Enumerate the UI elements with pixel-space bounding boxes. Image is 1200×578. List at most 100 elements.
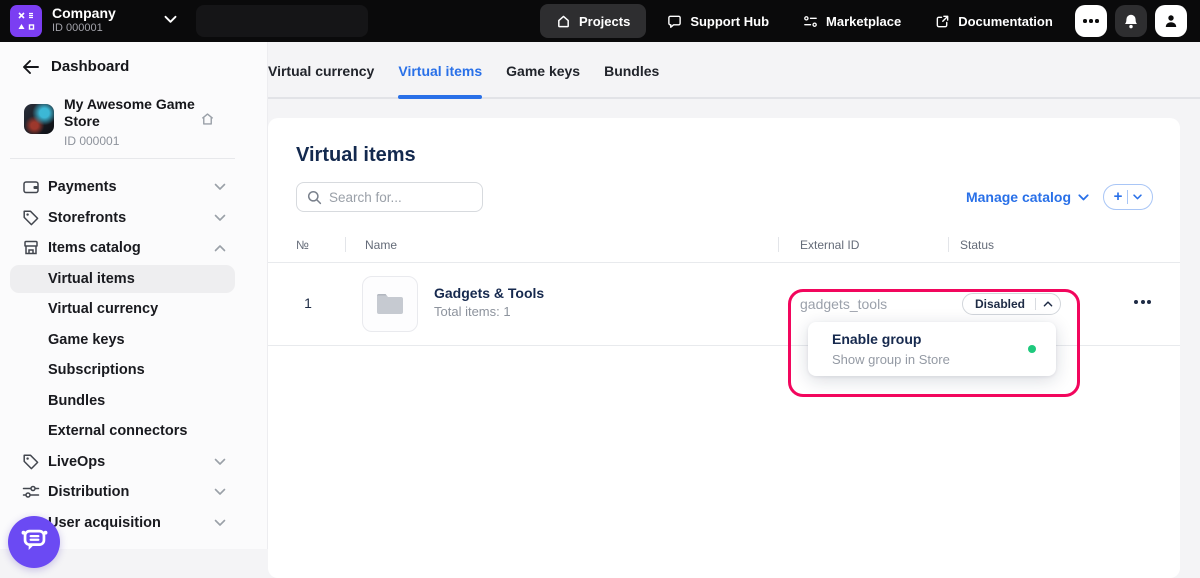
- sidebar-item-bundles[interactable]: Bundles: [0, 386, 268, 417]
- group-name-cell: Gadgets & Tools Total items: 1: [434, 284, 544, 321]
- project-name: My Awesome Game Store: [64, 96, 208, 130]
- nav-label: Marketplace: [826, 14, 901, 29]
- search-box: [296, 182, 483, 212]
- project-avatar: [24, 104, 54, 134]
- chevron-up-icon: [214, 244, 226, 252]
- sidebar-divider: [10, 158, 235, 159]
- bell-icon: [1123, 13, 1139, 30]
- menu-item-subtitle: Show group in Store: [832, 352, 950, 367]
- nav-support-hub[interactable]: Support Hub: [654, 4, 782, 38]
- support-chat-fab[interactable]: [8, 516, 60, 568]
- topbar-placeholder-panel: [196, 5, 368, 37]
- more-options-button[interactable]: [1075, 5, 1107, 37]
- sidebar-item-external-connectors[interactable]: External connectors: [0, 416, 268, 447]
- topbar-actions: [1075, 5, 1187, 37]
- wallet-icon: [22, 178, 40, 196]
- sidebar-item-game-keys[interactable]: Game keys: [0, 325, 268, 356]
- nav-projects[interactable]: Projects: [540, 4, 646, 38]
- group-subtitle: Total items: 1: [434, 302, 544, 321]
- tab-game-keys[interactable]: Game keys: [506, 42, 580, 99]
- ellipsis-icon: [1083, 19, 1099, 23]
- chevron-down-icon: [214, 458, 226, 466]
- tab-virtual-items[interactable]: Virtual items: [398, 42, 482, 99]
- nav-label: Projects: [579, 14, 630, 29]
- manage-catalog-dropdown[interactable]: Manage catalog: [966, 189, 1089, 205]
- column-separator: [948, 237, 949, 252]
- folder-icon: [375, 292, 405, 316]
- ticket-icon: [22, 453, 40, 471]
- chevron-up-icon: [1043, 301, 1053, 307]
- nav-label: Support Hub: [690, 14, 769, 29]
- group-thumbnail: [362, 276, 418, 332]
- sidebar: Dashboard My Awesome Game Store ID 00000…: [0, 42, 268, 549]
- back-arrow-icon: [22, 60, 39, 74]
- col-name: Name: [365, 238, 397, 252]
- support-chat-icon: [667, 14, 682, 29]
- col-external-id: External ID: [800, 238, 859, 252]
- sidebar-item-subscriptions[interactable]: Subscriptions: [0, 355, 268, 386]
- account-button[interactable]: [1155, 5, 1187, 37]
- enable-group-menu-item[interactable]: Enable group Show group in Store: [808, 322, 1056, 376]
- back-label: Dashboard: [51, 58, 129, 75]
- sidebar-item-liveops[interactable]: LiveOps: [0, 447, 268, 478]
- virtual-items-card: Virtual items Manage catalog + № Name Ex…: [268, 118, 1180, 578]
- chevron-down-icon: [214, 519, 226, 527]
- topbar-nav: Projects Support Hub Marketplace Documen…: [540, 4, 1066, 38]
- group-name: Gadgets & Tools: [434, 284, 544, 302]
- logo-pixel-art-icon: [10, 5, 42, 37]
- table-header: № Name External ID Status: [268, 228, 1180, 262]
- top-bar: Company ID 000001 Projects Support Hub: [0, 0, 1200, 42]
- sidebar-item-distribution[interactable]: Distribution: [0, 477, 268, 508]
- sidebar-item-virtual-currency[interactable]: Virtual currency: [0, 294, 268, 325]
- nav-documentation[interactable]: Documentation: [922, 4, 1066, 38]
- page-title: Virtual items: [296, 144, 416, 167]
- chat-bot-icon: [21, 528, 48, 552]
- project-id: ID 000001: [64, 134, 119, 148]
- column-separator: [345, 237, 346, 252]
- back-to-dashboard[interactable]: Dashboard: [22, 58, 129, 75]
- chevron-down-icon: [1078, 194, 1089, 201]
- menu-item-title: Enable group: [832, 331, 921, 347]
- tab-virtual-currency[interactable]: Virtual currency: [268, 42, 374, 99]
- row-actions-button[interactable]: [1134, 300, 1151, 304]
- plus-icon: +: [1114, 189, 1123, 204]
- chevron-down-icon: [214, 214, 226, 222]
- chevron-down-icon: [1133, 194, 1142, 200]
- nav-marketplace[interactable]: Marketplace: [790, 4, 914, 38]
- sliders-icon: [22, 483, 40, 501]
- search-input[interactable]: [329, 183, 477, 211]
- notifications-button[interactable]: [1115, 5, 1147, 37]
- sidebar-item-payments[interactable]: Payments: [0, 172, 268, 203]
- tag-icon: [22, 209, 40, 227]
- status-badge: Disabled: [963, 297, 1035, 311]
- chevron-down-icon: [214, 488, 226, 496]
- add-item-split-button[interactable]: +: [1103, 184, 1153, 210]
- split-divider: [1127, 190, 1128, 204]
- company-selector[interactable]: Company ID 000001: [52, 5, 116, 35]
- catalog-tabbar: Virtual currency Virtual items Game keys…: [268, 42, 1200, 99]
- col-status: Status: [960, 238, 994, 252]
- sidebar-item-items-catalog[interactable]: Items catalog: [0, 233, 268, 264]
- marketplace-icon: [803, 14, 818, 29]
- sidebar-menu: Payments Storefronts Items catalog: [0, 172, 268, 538]
- row-number: 1: [296, 295, 320, 311]
- company-logo[interactable]: [10, 5, 42, 37]
- company-id: ID 000001: [52, 22, 116, 35]
- status-dropdown-trigger[interactable]: Disabled: [962, 293, 1061, 315]
- column-separator: [778, 237, 779, 252]
- nav-label: Documentation: [958, 14, 1053, 29]
- person-icon: [1163, 13, 1179, 29]
- chevron-down-icon: [214, 183, 226, 191]
- storefront-icon: [22, 239, 40, 257]
- company-name: Company: [52, 5, 116, 22]
- external-link-icon: [935, 14, 950, 29]
- external-id-value[interactable]: gadgets_tools: [800, 296, 887, 312]
- tab-bundles[interactable]: Bundles: [604, 42, 659, 99]
- col-num: №: [296, 238, 309, 252]
- sidebar-item-virtual-items[interactable]: Virtual items: [0, 264, 268, 295]
- enabled-status-dot: [1028, 345, 1036, 353]
- projects-home-icon: [556, 14, 571, 29]
- chevron-down-icon[interactable]: [164, 15, 177, 24]
- home-icon: [200, 112, 215, 126]
- sidebar-item-storefronts[interactable]: Storefronts: [0, 203, 268, 234]
